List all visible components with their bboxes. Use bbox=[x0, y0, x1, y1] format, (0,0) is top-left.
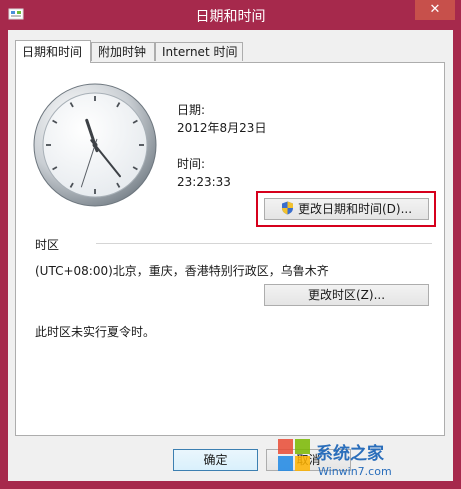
time-value: 23:23:33 bbox=[177, 175, 231, 189]
tab-date-time[interactable]: 日期和时间 bbox=[15, 40, 91, 63]
site-watermark-logo: 系统之家 Winwin7.com bbox=[278, 439, 392, 478]
change-date-time-label: 更改日期和时间(D)... bbox=[297, 202, 413, 216]
uac-shield-icon bbox=[281, 201, 293, 215]
window-title: 日期和时间 bbox=[195, 9, 266, 25]
watermark-brand: 系统之家 bbox=[316, 443, 384, 464]
tab-panel: 日期: 2012年8月23日 时间: 23:23:33 更改日期和时间(D)..… bbox=[15, 62, 445, 436]
timezone-value: (UTC+08:00)北京，重庆，香港特别行政区，乌鲁木齐 bbox=[35, 264, 329, 278]
date-value: 2012年8月23日 bbox=[177, 121, 267, 135]
timezone-section-label: 时区 bbox=[35, 238, 60, 252]
tab-internet-time[interactable]: Internet 时间 bbox=[155, 42, 243, 61]
analog-clock bbox=[33, 83, 157, 207]
timezone-separator bbox=[96, 243, 432, 244]
watermark-site: Winwin7.com bbox=[318, 465, 392, 478]
change-date-time-button[interactable]: 更改日期和时间(D)... bbox=[264, 198, 429, 220]
close-button[interactable]: ✕ bbox=[415, 0, 455, 20]
change-timezone-button[interactable]: 更改时区(Z)... bbox=[264, 284, 429, 306]
date-time-window: 日期和时间 ✕ 日期和时间 附加时钟 Internet 时间 日期: 2012年… bbox=[0, 0, 461, 489]
tab-additional-clocks[interactable]: 附加时钟 bbox=[91, 42, 155, 61]
ok-button[interactable]: 确定 bbox=[173, 449, 258, 471]
clock-center bbox=[92, 142, 98, 148]
date-label: 日期: bbox=[177, 103, 206, 117]
time-label: 时间: bbox=[177, 157, 206, 171]
title-bar[interactable]: 日期和时间 ✕ bbox=[0, 0, 461, 30]
dialog-client-area: 日期和时间 附加时钟 Internet 时间 日期: 2012年8月23日 时间… bbox=[8, 30, 453, 481]
dst-note: 此时区未实行夏令时。 bbox=[35, 325, 156, 339]
